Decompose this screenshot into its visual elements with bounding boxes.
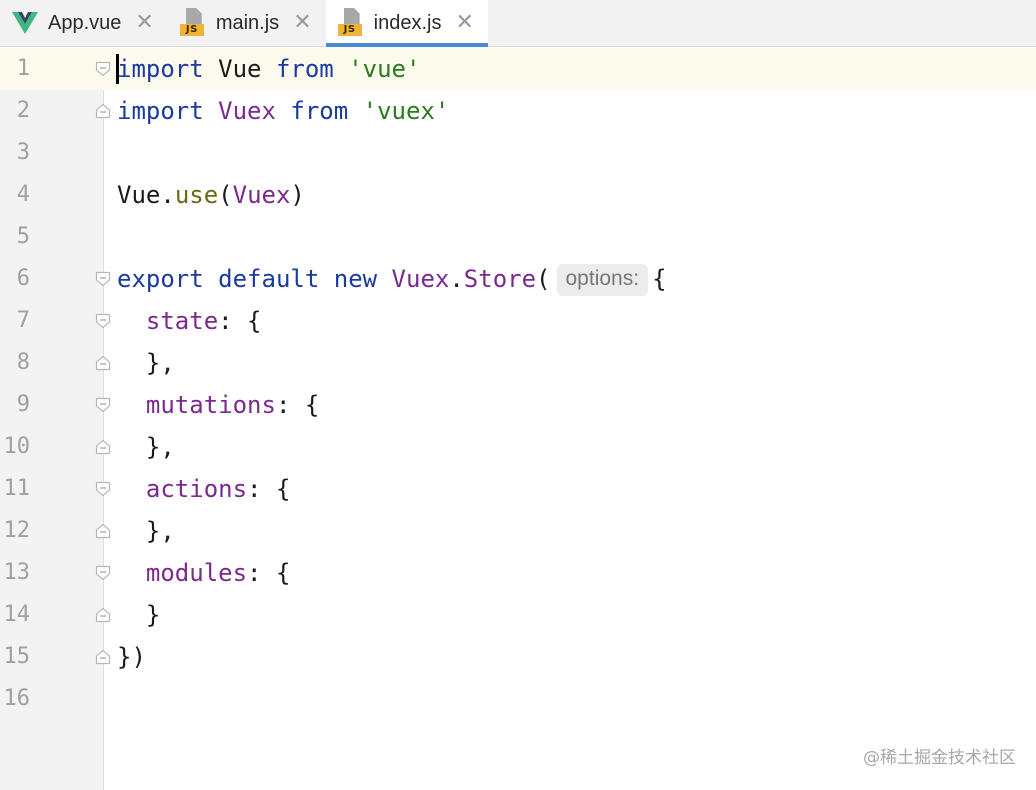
code-line[interactable]: 5: [0, 216, 1036, 258]
tab-label: index.js: [373, 11, 442, 34]
code-line[interactable]: 10 },: [0, 426, 1036, 468]
fold-start-icon[interactable]: [95, 397, 111, 413]
tab-app-vue[interactable]: App.vue ✕: [0, 0, 168, 46]
code-text: },: [117, 517, 175, 545]
code-line[interactable]: 16: [0, 678, 1036, 720]
code-text: export default new Vuex.Store(options:{: [117, 258, 667, 300]
line-number: 13: [3, 560, 31, 585]
js-badge: JS: [337, 24, 362, 36]
line-number: 10: [3, 434, 31, 459]
code-line[interactable]: 8 },: [0, 342, 1036, 384]
code-lines: 1 import Vue from 'vue' 2 import Vuex fr…: [0, 48, 1036, 720]
fold-start-icon[interactable]: [95, 481, 111, 497]
fold-end-icon[interactable]: [95, 355, 111, 371]
tab-label: main.js: [215, 11, 280, 34]
line-number: 4: [16, 182, 30, 207]
code-text: mutations: {: [117, 391, 320, 419]
tab-main-js[interactable]: JS main.js ✕: [168, 0, 326, 46]
line-number: 7: [16, 308, 30, 333]
line-number: 6: [16, 266, 30, 291]
code-text: }: [117, 601, 161, 629]
line-number: 15: [3, 644, 31, 669]
fold-start-icon[interactable]: [95, 565, 111, 581]
editor-tab-bar: App.vue ✕ JS main.js ✕ JS index.js ✕: [0, 0, 1036, 47]
text-caret: [116, 54, 119, 84]
code-editor[interactable]: 1 import Vue from 'vue' 2 import Vuex fr…: [0, 48, 1036, 790]
code-text: }): [117, 643, 146, 671]
code-text: modules: {: [117, 559, 291, 587]
js-file-icon: JS: [179, 8, 206, 38]
fold-end-icon[interactable]: [95, 439, 111, 455]
close-icon[interactable]: ✕: [293, 12, 311, 34]
line-number: 8: [16, 350, 30, 375]
fold-end-icon[interactable]: [95, 607, 111, 623]
close-icon[interactable]: ✕: [455, 12, 473, 34]
line-number: 2: [16, 98, 30, 123]
line-number: 5: [16, 224, 30, 249]
fold-start-icon[interactable]: [95, 313, 111, 329]
tab-index-js[interactable]: JS index.js ✕: [325, 0, 489, 47]
line-number: 1: [16, 56, 30, 81]
code-line[interactable]: 14 }: [0, 594, 1036, 636]
line-number: 12: [3, 518, 31, 543]
code-text: import Vuex from 'vuex': [117, 97, 450, 125]
parameter-hint: options:: [556, 264, 649, 296]
vue-icon: [12, 12, 38, 34]
code-text: },: [117, 433, 175, 461]
code-line[interactable]: 15 }): [0, 636, 1036, 678]
js-badge: JS: [179, 24, 204, 36]
code-line[interactable]: 1 import Vue from 'vue': [0, 48, 1036, 90]
code-text: state: {: [117, 307, 262, 335]
code-text: Vue.use(Vuex): [117, 181, 305, 209]
fold-end-icon[interactable]: [95, 523, 111, 539]
line-number: 16: [3, 686, 31, 711]
code-text: import Vue from 'vue': [117, 55, 421, 83]
line-number: 9: [16, 392, 30, 417]
code-line[interactable]: 3: [0, 132, 1036, 174]
code-line[interactable]: 11 actions: {: [0, 468, 1036, 510]
tab-label: App.vue: [48, 11, 122, 34]
code-text: actions: {: [117, 475, 291, 503]
code-line[interactable]: 6 export default new Vuex.Store(options:…: [0, 258, 1036, 300]
fold-end-icon[interactable]: [95, 103, 111, 119]
fold-start-icon[interactable]: [95, 271, 111, 287]
code-line[interactable]: 9 mutations: {: [0, 384, 1036, 426]
fold-end-icon[interactable]: [95, 649, 111, 665]
line-number: 14: [3, 602, 31, 627]
ide-window: App.vue ✕ JS main.js ✕ JS index.js ✕ 1 i…: [0, 0, 1036, 790]
js-file-icon: JS: [337, 8, 364, 38]
watermark: @稀土掘金技术社区: [863, 748, 1016, 768]
code-text: },: [117, 349, 175, 377]
code-line[interactable]: 13 modules: {: [0, 552, 1036, 594]
code-line[interactable]: 4 Vue.use(Vuex): [0, 174, 1036, 216]
line-number: 3: [16, 140, 30, 165]
fold-start-icon[interactable]: [95, 61, 111, 77]
code-line[interactable]: 12 },: [0, 510, 1036, 552]
close-icon[interactable]: ✕: [135, 12, 153, 34]
code-line[interactable]: 7 state: {: [0, 300, 1036, 342]
code-line[interactable]: 2 import Vuex from 'vuex': [0, 90, 1036, 132]
line-number: 11: [3, 476, 31, 501]
